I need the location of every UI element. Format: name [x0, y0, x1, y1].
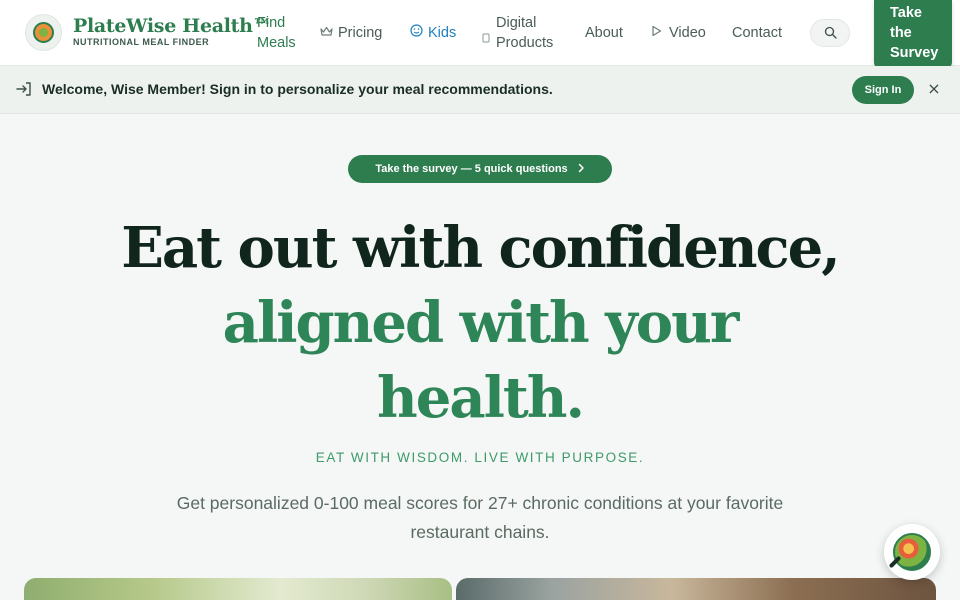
nav-kids[interactable]: Kids [410, 23, 456, 43]
nav-about[interactable]: About [585, 23, 623, 43]
nav-contact-label: Contact [732, 25, 782, 41]
top-nav: PlateWise Health™ NUTRITIONAL MEAL FINDE… [0, 0, 960, 70]
smile-icon [410, 23, 424, 43]
close-icon[interactable]: × [925, 79, 943, 99]
hero-image-left [24, 578, 452, 600]
hero-title-line-1: Eat out with confidence, [121, 215, 841, 281]
sign-in-button[interactable]: Sign In [852, 76, 914, 104]
nav-video-label: Video [669, 25, 706, 41]
hero-title-line-2: aligned with your [222, 290, 740, 356]
search-icon [824, 24, 837, 43]
search-button[interactable] [810, 19, 850, 47]
chevron-right-icon [578, 163, 585, 176]
nav-video[interactable]: Video [651, 23, 706, 43]
survey-pill-label: Take the survey — 5 quick questions [375, 163, 568, 175]
hero-motto: EAT WITH WISDOM. LIVE WITH PURPOSE. [315, 450, 645, 465]
tablet-icon [482, 29, 496, 49]
welcome-message: Welcome, Wise Member! Sign in to persona… [42, 81, 553, 97]
nav-pricing[interactable]: Pricing [320, 23, 382, 43]
logo-plate-icon[interactable] [25, 14, 62, 51]
login-icon [16, 81, 32, 101]
nav-find-meals[interactable]: Find Meals [257, 13, 307, 53]
crown-icon [320, 23, 334, 43]
take-survey-button[interactable]: Take the Survey [874, 0, 952, 70]
nav-about-label: About [585, 25, 623, 41]
hero-image-right [456, 578, 936, 600]
hero-subtitle: Get personalized 0-100 meal scores for 2… [176, 493, 784, 542]
nav-contact[interactable]: Contact [732, 23, 782, 43]
meal-assistant-bowl-icon[interactable] [884, 524, 940, 580]
brand-tagline: NUTRITIONAL MEAL FINDER [73, 37, 210, 47]
nav-pricing-label: Pricing [338, 25, 383, 41]
survey-pill-button[interactable]: Take the survey — 5 quick questions [348, 155, 612, 183]
brand-name[interactable]: PlateWise Health™ [73, 15, 272, 37]
nav-find-meals-label: Find Meals [257, 15, 296, 51]
hero-title-line-3: health. [377, 365, 585, 431]
nav-kids-label: Kids [428, 25, 457, 41]
nav-digital-products[interactable]: Digital Products [482, 13, 562, 53]
welcome-banner: Welcome, Wise Member! Sign in to persona… [0, 66, 960, 114]
play-icon [651, 23, 665, 43]
